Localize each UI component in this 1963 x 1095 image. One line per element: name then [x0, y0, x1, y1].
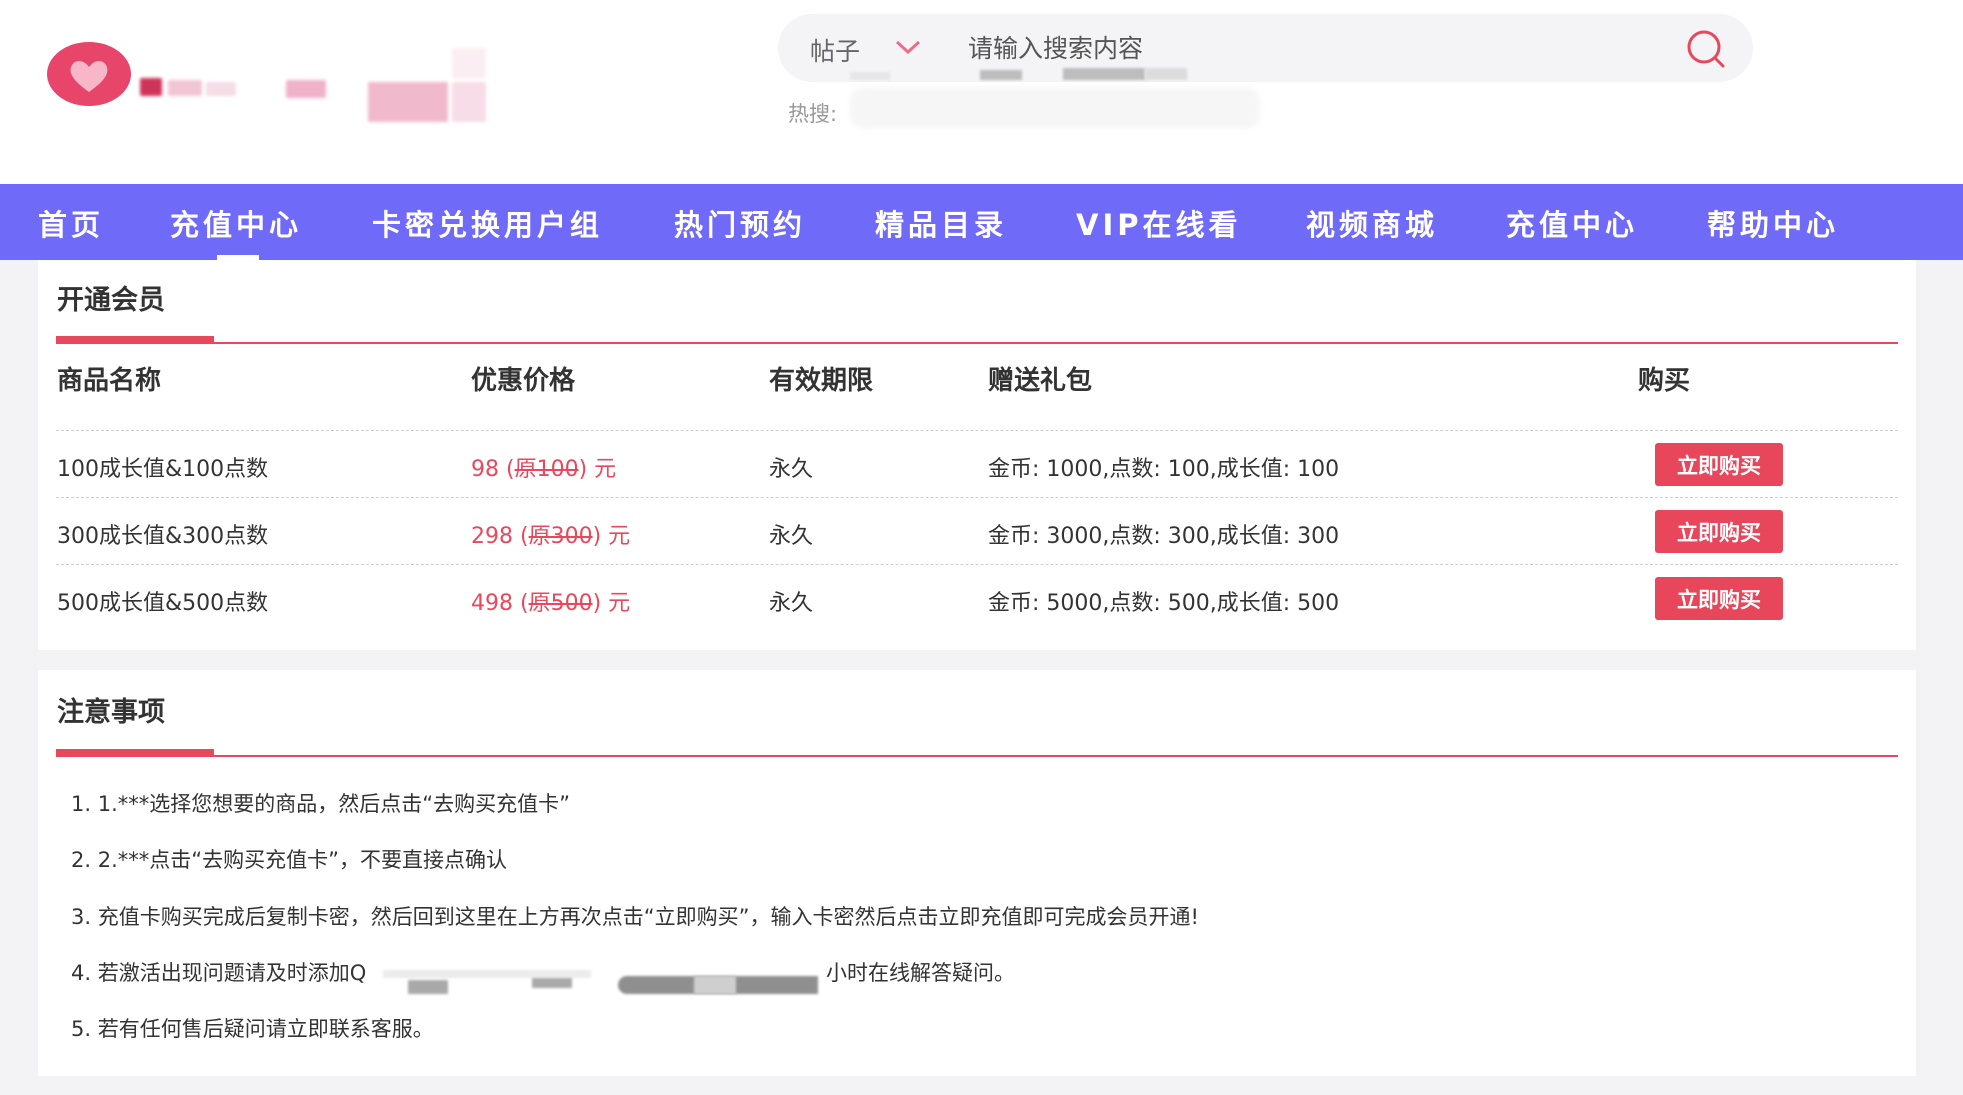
- note-item: 3. 充值卡购买完成后复制卡密，然后回到这里在上方再次点击“立即购买”，输入卡密…: [71, 905, 1199, 929]
- nav-item-home[interactable]: 首页: [38, 202, 104, 244]
- nav-item-hot-booking[interactable]: 热门预约: [674, 202, 806, 244]
- buy-now-button[interactable]: 立即购买: [1655, 510, 1783, 553]
- product-duration: 永久: [769, 524, 814, 549]
- table-row: 300成长值&300点数 298 (原300) 元 永久 金币: 3000,点数…: [56, 497, 1898, 564]
- product-gift: 金币: 1000,点数: 100,成长值: 100: [988, 457, 1340, 482]
- sale-price: 498: [471, 591, 513, 616]
- note-item: 1. 1.***选择您想要的商品，然后点击“去购买充值卡”: [71, 792, 571, 816]
- sale-price: 298: [471, 524, 513, 549]
- price-unit: 元: [608, 524, 631, 549]
- search-hint-redacted: [1145, 68, 1187, 80]
- product-gift: 金币: 5000,点数: 500,成长值: 500: [988, 591, 1340, 616]
- nav-item-recharge[interactable]: 充值中心: [170, 202, 302, 244]
- nav-item-vip-online[interactable]: VIP在线看: [1076, 202, 1242, 244]
- price-unit: 元: [594, 457, 617, 482]
- note-item: 4. 若激活出现问题请及时添加Q: [71, 961, 367, 985]
- buy-now-button[interactable]: 立即购买: [1655, 443, 1783, 486]
- note-item: 2. 2.***点击“去购买充值卡”，不要直接点确认: [71, 848, 508, 872]
- site-header: 帖子 热搜:: [0, 0, 1963, 184]
- product-price: 498 (原500) 元: [471, 591, 631, 616]
- panel-title: 开通会员: [57, 285, 165, 316]
- chevron-down-icon[interactable]: [891, 36, 925, 60]
- notes-panel: 注意事项 1. 1.***选择您想要的商品，然后点击“去购买充值卡” 2. 2.…: [38, 670, 1916, 1076]
- column-header-duration: 有效期限: [769, 366, 874, 396]
- search-hint-redacted: [850, 72, 890, 80]
- sale-price: 98: [471, 457, 499, 482]
- panel-title: 注意事项: [57, 697, 165, 728]
- contact-redacted: [694, 976, 736, 994]
- column-header-buy: 购买: [1638, 366, 1691, 396]
- panel-title-underline: [56, 336, 214, 343]
- search-hint-redacted: [980, 70, 1022, 80]
- search-bar: 帖子: [778, 14, 1753, 82]
- buy-now-button[interactable]: 立即购买: [1655, 577, 1783, 620]
- note-item-tail: 小时在线解答疑问。: [826, 961, 1015, 985]
- price-unit: 元: [608, 591, 631, 616]
- nav-item-video-store[interactable]: 视频商城: [1306, 202, 1438, 244]
- original-price: 原500: [528, 591, 593, 616]
- product-name: 300成长值&300点数: [57, 524, 269, 549]
- membership-panel: 开通会员 商品名称 优惠价格 有效期限 赠送礼包 购买 100成长值&100点数…: [38, 260, 1916, 650]
- contact-redacted: [532, 978, 572, 988]
- product-name: 500成长值&500点数: [57, 591, 269, 616]
- panel-divider: [56, 755, 1898, 757]
- product-price: 298 (原300) 元: [471, 524, 631, 549]
- search-type-select[interactable]: 帖子: [810, 32, 860, 68]
- original-price: 原100: [514, 457, 579, 482]
- product-name: 100成长值&100点数: [57, 457, 269, 482]
- product-duration: 永久: [769, 457, 814, 482]
- hot-search-list-redacted: [850, 88, 1260, 128]
- product-duration: 永久: [769, 591, 814, 616]
- table-row: 100成长值&100点数 98 (原100) 元 永久 金币: 1000,点数:…: [56, 430, 1898, 497]
- product-price: 98 (原100) 元: [471, 457, 617, 482]
- contact-redacted: [383, 970, 591, 978]
- nav-item-catalog[interactable]: 精品目录: [875, 202, 1007, 244]
- search-icon[interactable]: [1685, 28, 1727, 70]
- table-row: 500成长值&500点数 498 (原500) 元 永久 金币: 5000,点数…: [56, 564, 1898, 631]
- search-input[interactable]: [968, 28, 1648, 68]
- original-price: 原300: [528, 524, 593, 549]
- nav-item-help[interactable]: 帮助中心: [1707, 202, 1839, 244]
- heart-logo-icon[interactable]: [46, 40, 132, 108]
- panel-divider: [56, 342, 1898, 344]
- site-name-redacted: [140, 48, 500, 128]
- column-header-name: 商品名称: [57, 366, 162, 396]
- panel-title-underline: [56, 749, 214, 756]
- nav-item-recharge-2[interactable]: 充值中心: [1506, 202, 1638, 244]
- nav-item-card-exchange[interactable]: 卡密兑换用户组: [372, 202, 603, 244]
- hot-search-label: 热搜:: [788, 102, 838, 126]
- column-header-price: 优惠价格: [471, 366, 576, 396]
- column-header-gift: 赠送礼包: [988, 366, 1093, 396]
- search-hint-redacted: [1063, 68, 1145, 80]
- contact-redacted: [408, 980, 448, 994]
- product-gift: 金币: 3000,点数: 300,成长值: 300: [988, 524, 1340, 549]
- main-nav: 首页 充值中心 卡密兑换用户组 热门预约 精品目录 VIP在线看 视频商城 充值…: [0, 184, 1963, 260]
- note-item: 5. 若有任何售后疑问请立即联系客服。: [71, 1017, 434, 1041]
